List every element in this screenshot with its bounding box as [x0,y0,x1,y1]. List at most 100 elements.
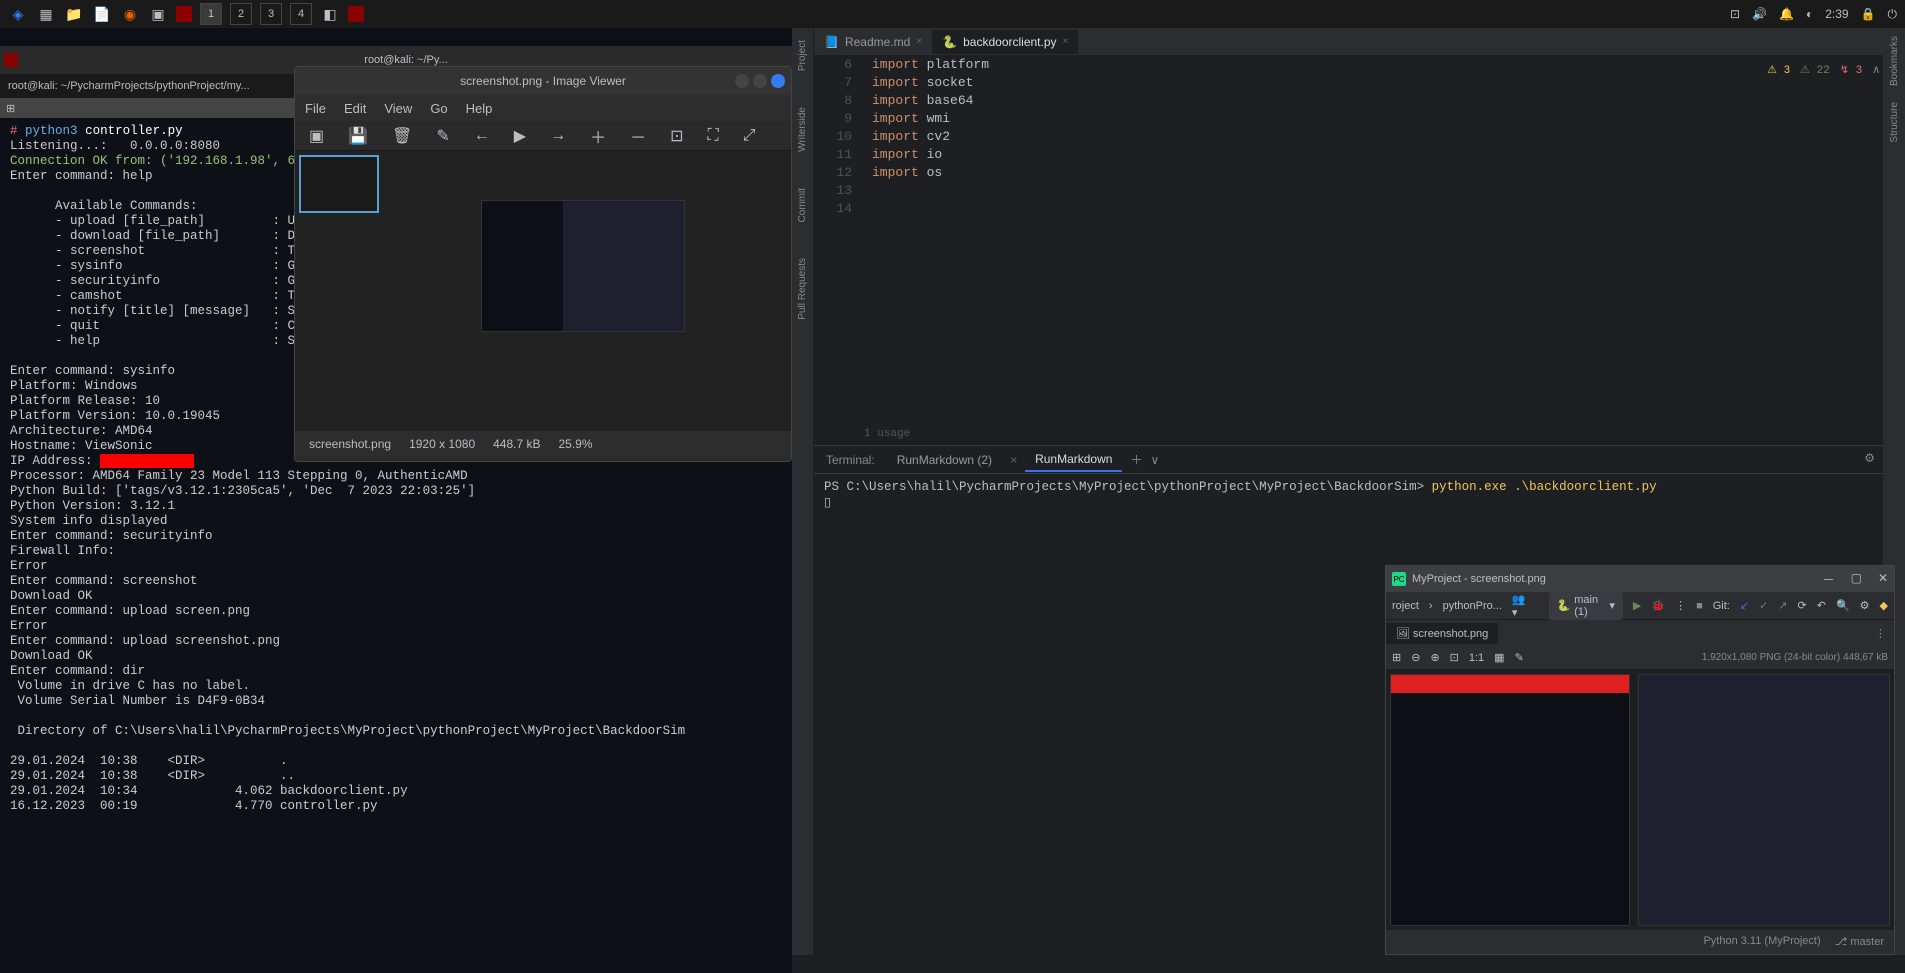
run-tab-2[interactable]: RunMarkdown [1025,448,1122,472]
kali-menu-icon[interactable]: ◈ [8,4,28,24]
tab-Readme-md[interactable]: 📘Readme.md× [814,30,932,54]
zoomin2-icon[interactable]: ⊕ [1430,651,1439,664]
grid-icon[interactable]: ⊞ [1392,651,1401,664]
editor-indicators[interactable]: ⚠ 3 ⚠ 22 ↯ 3 ∧ ∨ [1767,62,1895,80]
run-config-dropdown[interactable]: 🐍 main (1) ▾ [1549,592,1623,620]
search-icon[interactable]: 🔍 [1836,599,1850,612]
code-editor[interactable]: 67891011121314 import platformimport soc… [814,56,1905,445]
git-push-icon[interactable]: ↗ [1778,599,1787,612]
workspace-3[interactable]: 3 [260,3,282,25]
open-icon[interactable]: ▣ [309,126,324,146]
ide-terminal-output[interactable]: PS C:\Users\halil\PycharmProjects\MyProj… [814,474,1905,516]
git-pull-icon[interactable]: ↙ [1740,599,1749,612]
record-icon[interactable]: ⊡ [1730,7,1740,21]
app2-icon[interactable] [348,6,364,22]
next-icon[interactable]: → [550,127,566,145]
undo-icon[interactable]: ↶ [1817,599,1826,612]
popup-image-canvas[interactable] [1386,670,1894,930]
clock[interactable]: 2:39 [1825,7,1848,21]
zoomin-icon[interactable]: ＋ [590,124,606,148]
git-branch[interactable]: ⎇ master [1835,935,1884,948]
app-icon[interactable]: ◧ [320,4,340,24]
menu-view[interactable]: View [384,101,412,116]
settings-icon[interactable]: ⚙ [1864,451,1875,468]
image-viewer-canvas[interactable] [295,151,791,431]
sidebar-project[interactable]: Project [797,32,808,79]
user-icon[interactable]: 👥▾ [1512,593,1529,619]
add-tab-icon[interactable]: ＋ [1130,451,1142,468]
popup-tab-menu-icon[interactable]: ⋮ [1875,627,1894,640]
breadcrumb-2[interactable]: pythonPro... [1443,600,1502,612]
save-icon[interactable]: 💾 [348,126,368,146]
notification-icon[interactable]: 🔔 [1779,7,1794,21]
close-button[interactable] [771,74,785,88]
tab-backdoorclient-py[interactable]: 🐍backdoorclient.py× [932,30,1078,54]
shutdown-icon[interactable]: ⏻ [1888,7,1898,22]
resize-icon[interactable]: ⤢ [743,127,756,145]
fit-icon[interactable]: ⊡ [670,126,683,146]
rightbar-bookmarks[interactable]: Bookmarks [1889,28,1900,94]
rightbar-structure[interactable]: Structure [1889,94,1900,151]
menu-edit[interactable]: Edit [344,101,366,116]
menu-go[interactable]: Go [430,101,447,116]
prev-icon[interactable]: ← [474,127,490,145]
debug-icon[interactable]: 🐞 [1651,599,1665,612]
run-tab-1[interactable]: RunMarkdown (2) [887,449,1002,471]
image-viewer-titlebar[interactable]: screenshot.png - Image Viewer [295,67,791,95]
menu-file[interactable]: File [305,101,326,116]
delete-icon[interactable]: 🗑 [392,126,412,146]
play-icon[interactable]: ▶ [514,126,526,146]
popup-minimize-icon[interactable]: － [1823,571,1835,588]
lock-icon[interactable]: 🔒 [1861,7,1876,21]
python-interpreter[interactable]: Python 3.11 (MyProject) [1703,935,1820,947]
maximize-button[interactable] [753,74,767,88]
popup-titlebar[interactable]: PC MyProject - screenshot.png － ▢ ✕ [1386,566,1894,592]
popup-maximize-icon[interactable]: ▢ [1851,571,1862,588]
firefox-icon[interactable]: ◉ [120,4,140,24]
terminal2-icon[interactable] [176,6,192,22]
popup-close-icon[interactable]: ✕ [1878,571,1888,588]
run-icon[interactable]: ▶ [1633,599,1641,612]
stop-icon[interactable]: ■ [1696,600,1703,612]
sidebar-writerside[interactable]: Writerside [797,99,808,160]
ai-icon[interactable]: ◆ [1880,599,1888,612]
pycharm-ide: Project Writerside Commit Pull Requests 📘Re… [792,28,1905,955]
fit2-icon[interactable]: ⊡ [1450,651,1459,664]
fullscreen-icon[interactable]: ⛶ [708,127,719,145]
files-icon[interactable]: 📁 [64,4,84,24]
window-list-icon[interactable]: ▦ [36,4,56,24]
zoomout2-icon[interactable]: ⊖ [1411,651,1420,664]
settings2-icon[interactable]: ⚙ [1860,599,1870,612]
image-thumbnail[interactable] [299,155,379,213]
warn-count: 3 [1784,65,1791,77]
chess-icon[interactable]: ▦ [1494,651,1504,664]
image-viewer-toolbar: ▣ 💾 🗑 ✎ ← ▶ → ＋ － ⊡ ⛶ ⤢ [295,121,791,151]
text-icon[interactable]: 📄 [92,4,112,24]
sidebar-commit[interactable]: Commit [797,180,808,230]
image-viewer-title: screenshot.png - Image Viewer [460,74,626,88]
popup-image-left [1390,674,1630,926]
more-icon[interactable]: ⋮ [1675,599,1686,612]
edit-icon[interactable]: ✎ [436,126,449,146]
sidebar-pull-requests[interactable]: Pull Requests [797,250,808,328]
git-commit-icon[interactable]: ✓ [1759,599,1768,612]
workspace-1[interactable]: 1 [200,3,222,25]
volume-icon[interactable]: 🔊 [1752,7,1767,21]
git-history-icon[interactable]: ⟳ [1798,599,1807,612]
power-icon[interactable]: ◐ [1806,7,1813,21]
tab-dropdown-icon[interactable]: ∨ [1150,453,1159,467]
workspace-4[interactable]: 4 [290,3,312,25]
breadcrumb-1[interactable]: roject [1392,600,1419,612]
zoomout-icon[interactable]: － [630,124,646,148]
popup-tab[interactable]: 🖼 screenshot.png [1386,623,1498,644]
terminal-icon[interactable]: ▣ [148,4,168,24]
terminal-tab-icon [4,53,18,67]
color-picker-icon[interactable]: ✎ [1515,651,1524,664]
menu-help[interactable]: Help [466,101,493,116]
zoom-ratio[interactable]: 1:1 [1469,652,1484,664]
err-count: 3 [1856,65,1863,77]
status-dimensions: 1920 x 1080 [409,437,475,451]
minimize-button[interactable] [735,74,749,88]
workspace-2[interactable]: 2 [230,3,252,25]
code-content[interactable]: import platformimport socketimport base6… [862,56,989,445]
